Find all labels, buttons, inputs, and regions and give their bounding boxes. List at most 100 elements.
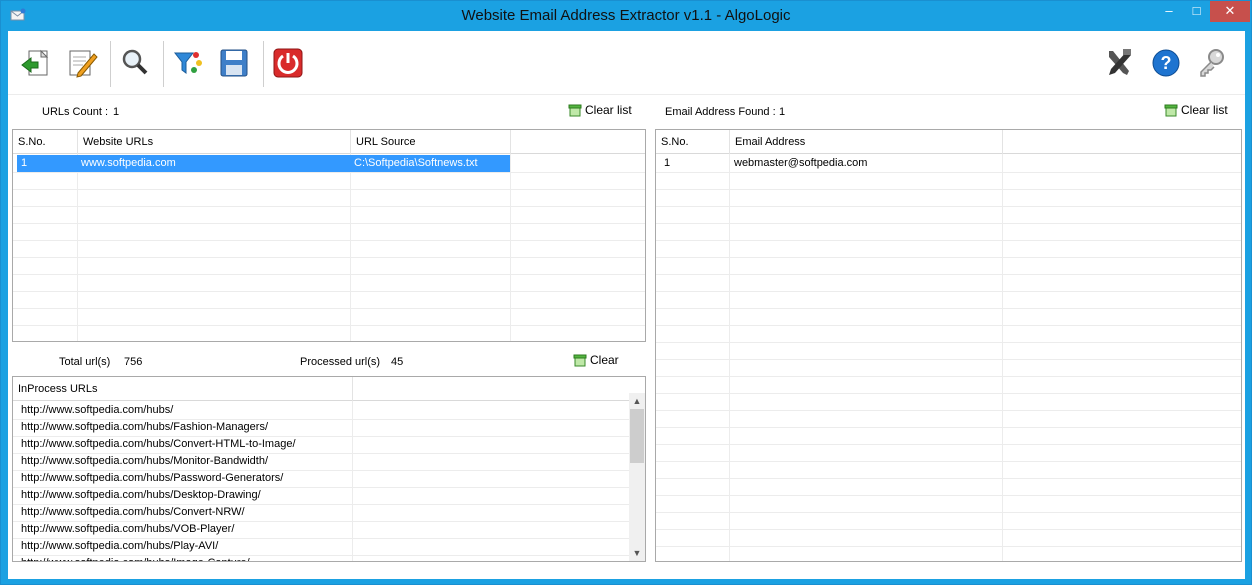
urls-count-value: 1 [113, 106, 120, 118]
grid-line [13, 189, 645, 190]
title-bar[interactable]: Website Email Address Extractor v1.1 - A… [1, 1, 1251, 31]
grid-line [656, 223, 1241, 224]
grid-line [13, 291, 645, 292]
grid-line [656, 308, 1241, 309]
grid-line [656, 206, 1241, 207]
import-icon[interactable] [18, 45, 54, 81]
maximize-button[interactable]: □ [1183, 1, 1210, 22]
grid-line [13, 206, 645, 207]
column-header-email-address[interactable]: Email Address [730, 130, 1003, 154]
clear-list-icon [568, 104, 582, 117]
clear-urls-button[interactable]: Clear list [568, 103, 632, 117]
edit-icon[interactable] [64, 45, 100, 81]
column-header-url-source[interactable]: URL Source [351, 130, 511, 154]
clear-emails-button[interactable]: Clear list [1164, 103, 1228, 117]
clear-list-icon [1164, 104, 1178, 117]
column-header-inprocess-urls[interactable]: InProcess URLs [13, 377, 353, 401]
inprocess-grid[interactable]: InProcess URLs http://www.softpedia.com/… [12, 376, 646, 562]
column-header-email-sno[interactable]: S.No. [656, 130, 730, 154]
help-icon[interactable]: ? [1148, 45, 1184, 81]
email-found-value: 1 [779, 106, 786, 118]
grid-line [656, 512, 1241, 513]
grid-line [656, 240, 1241, 241]
grid-line [77, 154, 78, 341]
grid-line [13, 325, 645, 326]
window-title: Website Email Address Extractor v1.1 - A… [461, 7, 791, 24]
scroll-up-icon[interactable]: ▲ [629, 393, 645, 409]
list-item[interactable]: http://www.softpedia.com/hubs/Fashion-Ma… [17, 419, 352, 436]
table-row-source[interactable]: C:\Softpedia\Softnews.txt [350, 155, 510, 172]
client-area: ? URLs Count : 1 Clear list Email Addres… [8, 31, 1245, 579]
list-item[interactable]: http://www.softpedia.com/hubs/Convert-NR… [17, 504, 352, 521]
emails-grid-header: S.No. Email Address [656, 130, 1241, 154]
table-row-url[interactable]: www.softpedia.com [77, 155, 350, 172]
processed-urls-label: Processed url(s) [300, 356, 381, 368]
grid-line [656, 342, 1241, 343]
urls-grid[interactable]: S.No. Website URLs URL Source 1 www.soft… [12, 129, 646, 342]
total-urls-value: 756 [124, 356, 143, 368]
column-header-website-urls[interactable]: Website URLs [78, 130, 351, 154]
grid-line [656, 376, 1241, 377]
email-row-sno[interactable]: 1 [660, 155, 729, 172]
toolbar-separator [263, 41, 264, 87]
toolbar-separator [110, 41, 111, 87]
grid-line [656, 478, 1241, 479]
list-item[interactable]: http://www.softpedia.com/hubs/Password-G… [17, 470, 352, 487]
inprocess-grid-header: InProcess URLs [13, 377, 645, 401]
minimize-button[interactable]: – [1155, 1, 1183, 22]
grid-line [729, 154, 730, 561]
app-window: Website Email Address Extractor v1.1 - A… [0, 0, 1252, 585]
emails-grid[interactable]: S.No. Email Address 1 webmaster@softpedi… [655, 129, 1242, 562]
column-header-sno[interactable]: S.No. [13, 130, 78, 154]
grid-line [350, 154, 351, 341]
tools-icon[interactable] [1101, 45, 1137, 81]
grid-line [656, 444, 1241, 445]
table-row-sno[interactable]: 1 [17, 155, 77, 172]
clear-list-icon [573, 354, 587, 367]
list-item[interactable]: http://www.softpedia.com/hubs/Play-AVI/ [17, 538, 352, 555]
clear-inprocess-button[interactable]: Clear [573, 353, 619, 367]
grid-line [656, 461, 1241, 462]
grid-line [13, 257, 645, 258]
grid-line [656, 172, 1241, 173]
status-bar [8, 564, 1245, 579]
grid-line [656, 427, 1241, 428]
list-item[interactable]: http://www.softpedia.com/hubs/Desktop-Dr… [17, 487, 352, 504]
grid-line [656, 257, 1241, 258]
grid-line [656, 410, 1241, 411]
inprocess-scrollbar[interactable]: ▲ ▼ [629, 393, 645, 561]
clear-emails-label: Clear list [1181, 103, 1228, 117]
total-urls-label: Total url(s) [59, 356, 111, 368]
urls-grid-header: S.No. Website URLs URL Source [13, 130, 645, 154]
processed-urls-value: 45 [391, 356, 404, 368]
grid-line [656, 529, 1241, 530]
grid-line [1002, 154, 1003, 561]
email-row-address[interactable]: webmaster@softpedia.com [730, 155, 1002, 172]
power-icon[interactable] [270, 45, 306, 81]
list-item[interactable]: http://www.softpedia.com/hubs/Image-Capt… [17, 555, 352, 561]
scroll-thumb[interactable] [630, 409, 644, 463]
save-icon[interactable] [216, 45, 252, 81]
key-icon[interactable] [1194, 45, 1230, 81]
scroll-down-icon[interactable]: ▼ [629, 545, 645, 561]
grid-line [13, 172, 645, 173]
grid-line [656, 325, 1241, 326]
list-item[interactable]: http://www.softpedia.com/hubs/VOB-Player… [17, 521, 352, 538]
urls-count-label: URLs Count : [42, 106, 109, 118]
toolbar: ? [8, 31, 1245, 95]
grid-line [13, 223, 645, 224]
grid-line [656, 274, 1241, 275]
list-item[interactable]: http://www.softpedia.com/hubs/Convert-HT… [17, 436, 352, 453]
svg-text:?: ? [1161, 53, 1172, 73]
grid-line [13, 274, 645, 275]
filter-icon[interactable] [170, 45, 206, 81]
email-found-label: Email Address Found : [665, 106, 776, 118]
grid-line [656, 189, 1241, 190]
clear-urls-label: Clear list [585, 103, 632, 117]
search-icon[interactable] [117, 45, 153, 81]
list-item[interactable]: http://www.softpedia.com/hubs/Monitor-Ba… [17, 453, 352, 470]
list-item[interactable]: http://www.softpedia.com/hubs/ [17, 402, 352, 419]
grid-line [352, 401, 353, 561]
grid-line [656, 359, 1241, 360]
close-button[interactable]: ✕ [1210, 1, 1250, 22]
